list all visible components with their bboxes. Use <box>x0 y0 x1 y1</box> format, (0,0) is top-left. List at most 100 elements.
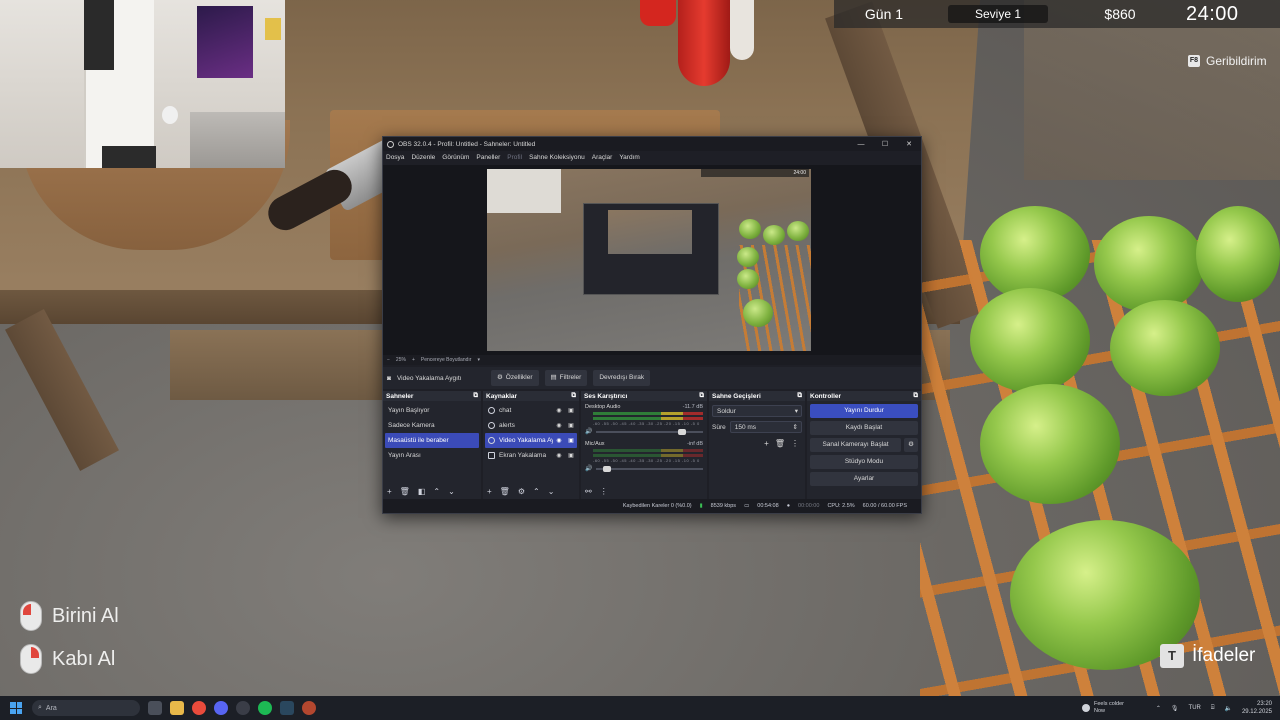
gear-icon[interactable]: ⚙ <box>904 438 918 452</box>
lettuce[interactable] <box>1196 206 1280 302</box>
add-icon[interactable]: + <box>764 439 769 448</box>
menu-file[interactable]: Dosya <box>386 154 404 161</box>
menu-view[interactable]: Görünüm <box>442 154 469 161</box>
lock-icon[interactable]: ▣ <box>565 437 577 444</box>
menu-profile[interactable]: Profil <box>507 154 522 161</box>
lettuce[interactable] <box>1094 216 1204 312</box>
discord-icon[interactable] <box>214 701 228 715</box>
task-view-icon[interactable] <box>148 701 162 715</box>
menu-help[interactable]: Yardım <box>619 154 639 161</box>
link-icon[interactable]: ⚯ <box>585 487 592 496</box>
chevron-up-icon[interactable]: ⌃ <box>1156 705 1161 712</box>
volume-slider[interactable] <box>596 465 703 472</box>
gear-icon[interactable]: ⚙ <box>518 487 525 496</box>
speaker-icon[interactable]: 🔊 <box>585 465 592 472</box>
transition-select[interactable]: Soldur ▾ <box>712 405 802 417</box>
settings-button[interactable]: Ayarlar <box>810 472 918 486</box>
taskbar-search[interactable]: ⌕ Ara <box>32 700 140 716</box>
scene-item[interactable]: Yayın Başlıyor <box>385 403 479 418</box>
zoom-level[interactable]: 25% <box>396 357 406 363</box>
lock-icon[interactable]: ▣ <box>565 407 577 414</box>
feedback-button[interactable]: F8 Geribildirim <box>1188 54 1267 68</box>
minimize-icon[interactable]: — <box>849 141 873 148</box>
chevron-down-icon[interactable]: ▾ <box>477 357 480 363</box>
weather-widget[interactable]: Feels colder Now <box>1082 696 1124 720</box>
dock-menu-icon[interactable]: ⧉ <box>571 392 576 400</box>
zoom-in-icon[interactable]: + <box>412 357 415 363</box>
dock-menu-icon[interactable]: ⧉ <box>797 392 802 400</box>
maximize-icon[interactable]: ☐ <box>873 140 897 148</box>
add-icon[interactable]: + <box>487 487 492 496</box>
trash-icon[interactable]: 🗑 <box>500 487 510 496</box>
spotify-icon[interactable] <box>258 701 272 715</box>
start-record-button[interactable]: Kaydı Başlat <box>810 421 918 435</box>
lock-icon[interactable]: ▣ <box>565 452 577 459</box>
slider-knob[interactable] <box>677 428 686 435</box>
obs-titlebar[interactable]: OBS 32.0.4 - Profil: Untitled - Sahneler… <box>383 137 921 151</box>
scene-item-selected[interactable]: Masaüstü ile beraber <box>385 433 479 448</box>
lettuce[interactable] <box>970 288 1090 392</box>
volume-slider[interactable] <box>596 428 703 435</box>
trash-icon[interactable]: 🗑 <box>775 439 785 448</box>
file-explorer-icon[interactable] <box>170 701 184 715</box>
eye-icon[interactable]: ◉ <box>553 407 565 414</box>
clock[interactable]: 23:20 29.12.2025 <box>1242 700 1272 716</box>
slider-knob[interactable] <box>603 465 612 472</box>
spinner-icon[interactable]: ⇕ <box>793 423 798 431</box>
studio-mode-button[interactable]: Stüdyo Modu <box>810 455 918 469</box>
trash-icon[interactable]: 🗑 <box>400 487 410 496</box>
lock-icon[interactable]: ▣ <box>565 422 577 429</box>
virtual-camera-button[interactable]: Sanal Kamerayı Başlat <box>810 438 901 452</box>
close-icon[interactable]: ✕ <box>897 140 921 148</box>
menu-tools[interactable]: Araçlar <box>592 154 613 161</box>
menu-docks[interactable]: Paneller <box>476 154 500 161</box>
mic-icon[interactable]: 🎙 <box>1171 705 1179 712</box>
game-taskbar-icon[interactable] <box>302 701 316 715</box>
windows-start-icon[interactable] <box>10 702 22 714</box>
deactivate-button[interactable]: Devredışı Bırak <box>593 370 651 386</box>
move-up-icon[interactable]: ⌃ <box>533 487 540 496</box>
filter-icon[interactable]: ◧ <box>418 487 426 496</box>
eye-icon[interactable]: ◉ <box>553 422 565 429</box>
add-icon[interactable]: + <box>387 487 392 496</box>
more-icon[interactable]: ⋮ <box>600 487 608 496</box>
obs-window[interactable]: OBS 32.0.4 - Profil: Untitled - Sahneler… <box>382 136 922 514</box>
lettuce[interactable] <box>1110 300 1220 396</box>
source-item[interactable]: chat ◉ ▣ <box>485 403 577 418</box>
red-bottle[interactable] <box>678 0 730 86</box>
red-cup[interactable] <box>640 0 676 26</box>
move-up-icon[interactable]: ⌃ <box>433 487 440 496</box>
dock-menu-icon[interactable]: ⧉ <box>913 392 918 400</box>
source-item[interactable]: Ekran Yakalama ◉ ▣ <box>485 448 577 463</box>
network-icon[interactable]: ⌸ <box>1211 705 1215 712</box>
fit-to-window[interactable]: Pencereye Boyutlandır <box>421 357 472 363</box>
preview-frame[interactable]: 24:00 <box>487 169 811 351</box>
more-icon[interactable]: ⋮ <box>791 439 799 448</box>
chrome-icon[interactable] <box>192 701 206 715</box>
stop-stream-button[interactable]: Yayını Durdur <box>810 404 918 418</box>
zoom-out-icon[interactable]: − <box>387 357 390 363</box>
properties-button[interactable]: ⚙ Özellikler <box>490 370 539 386</box>
dock-menu-icon[interactable]: ⧉ <box>473 392 478 400</box>
dock-menu-icon[interactable]: ⧉ <box>699 392 704 400</box>
source-item-selected[interactable]: Video Yakalama Aygıtı ◉ ▣ <box>485 433 577 448</box>
lettuce[interactable] <box>980 384 1120 504</box>
emotes-hint[interactable]: T İfadeler <box>1160 644 1255 668</box>
eye-icon[interactable]: ◉ <box>553 437 565 444</box>
move-down-icon[interactable]: ⌄ <box>548 487 555 496</box>
filters-button[interactable]: ▤ Filtreler <box>544 370 588 386</box>
steam-icon[interactable] <box>280 701 294 715</box>
eye-icon[interactable]: ◉ <box>553 452 565 459</box>
white-bottle[interactable] <box>730 0 754 60</box>
language[interactable]: TUR <box>1189 705 1201 711</box>
move-down-icon[interactable]: ⌄ <box>448 487 455 496</box>
menu-scene-collection[interactable]: Sahne Koleksiyonu <box>529 154 585 161</box>
source-item[interactable]: alerts ◉ ▣ <box>485 418 577 433</box>
speaker-icon[interactable]: 🔊 <box>585 428 592 435</box>
menu-edit[interactable]: Düzenle <box>411 154 435 161</box>
volume-icon[interactable]: 🔈 <box>1224 705 1231 712</box>
duration-input[interactable]: 150 ms ⇕ <box>729 421 802 433</box>
preview-canvas[interactable]: 24:00 <box>383 165 921 355</box>
scene-item[interactable]: Sadece Kamera <box>385 418 479 433</box>
obs-taskbar-icon[interactable] <box>236 701 250 715</box>
